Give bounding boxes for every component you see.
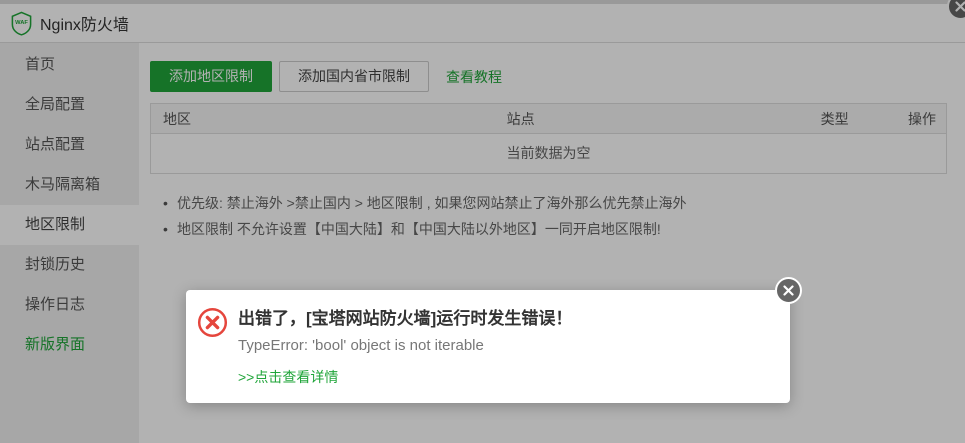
error-title: 出错了，[宝塔网站防火墙]运行时发生错误！ bbox=[238, 309, 573, 328]
modal-body: 出错了，[宝塔网站防火墙]运行时发生错误！ TypeError: 'bool' … bbox=[186, 290, 790, 387]
error-circle-icon bbox=[197, 307, 228, 338]
error-modal: 出错了，[宝塔网站防火墙]运行时发生错误！ TypeError: 'bool' … bbox=[186, 277, 802, 403]
modal-text: 出错了，[宝塔网站防火墙]运行时发生错误！ TypeError: 'bool' … bbox=[238, 306, 572, 387]
close-icon bbox=[783, 285, 794, 296]
view-details-link[interactable]: >>点击查看详情 bbox=[238, 367, 338, 387]
modal-close-button[interactable] bbox=[775, 277, 802, 304]
error-message: TypeError: 'bool' object is not iterable bbox=[238, 337, 484, 354]
